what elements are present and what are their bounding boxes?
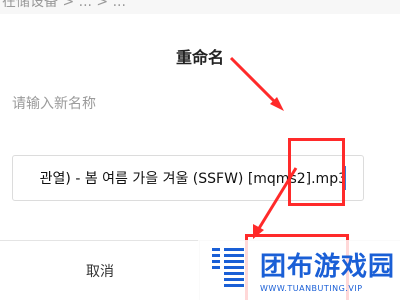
watermark-logo-icon [212, 248, 244, 287]
watermark-url: WWW.TUANBUTING.VIP [260, 284, 363, 293]
arrow-to-extension [229, 56, 284, 111]
watermark-brand: 团布游戏园 [260, 252, 396, 282]
site-watermark: 团布游戏园 WWW.TUANBUTING.VIP [198, 240, 400, 300]
arrow-to-confirm [253, 167, 298, 239]
